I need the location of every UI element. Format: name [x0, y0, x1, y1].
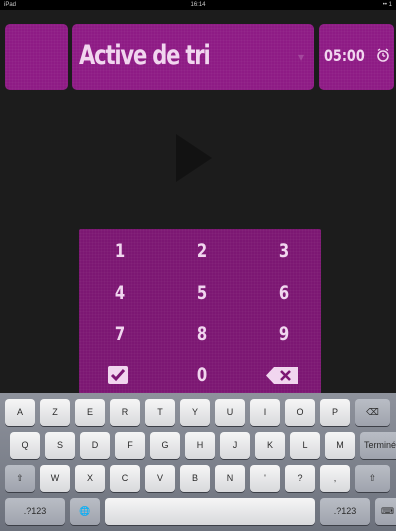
keyboard-key[interactable]: P — [320, 399, 350, 426]
menu-button[interactable] — [5, 24, 68, 90]
confirm-button[interactable] — [108, 366, 128, 384]
key-8[interactable]: 8 — [179, 318, 226, 350]
status-bar: iPad 16:14 •• 1 — [0, 0, 396, 10]
keyboard-key[interactable]: Q — [10, 432, 40, 459]
keyboard-key[interactable]: Terminé — [360, 432, 396, 459]
page-title: Active de tri — [79, 40, 211, 71]
keyboard-key[interactable]: R — [110, 399, 140, 426]
keyboard-key[interactable]: F — [115, 432, 145, 459]
delete-button[interactable] — [266, 367, 298, 384]
keyboard-key[interactable]: B — [180, 465, 210, 492]
keyboard-key[interactable]: D — [80, 432, 110, 459]
keyboard-key[interactable]: S — [45, 432, 75, 459]
keyboard-key[interactable]: K — [255, 432, 285, 459]
keyboard-key[interactable]: ⇧ — [5, 465, 35, 492]
keyboard-key[interactable]: M — [325, 432, 355, 459]
keyboard-key[interactable]: H — [185, 432, 215, 459]
keyboard-key[interactable]: ⌫ — [355, 399, 390, 426]
backspace-icon — [266, 367, 298, 384]
keyboard-key[interactable]: .?123 — [5, 498, 65, 525]
keyboard-key[interactable]: N — [215, 465, 245, 492]
keyboard-key[interactable]: Z — [40, 399, 70, 426]
keyboard-key[interactable]: G — [150, 432, 180, 459]
keyboard-key[interactable]: E — [75, 399, 105, 426]
keyboard-key[interactable]: ? — [285, 465, 315, 492]
keyboard-key[interactable]: 🌐 — [70, 498, 100, 525]
keyboard-key[interactable]: , — [320, 465, 350, 492]
space-key[interactable] — [105, 498, 315, 525]
keyboard-key[interactable]: T — [145, 399, 175, 426]
keyboard-key[interactable]: ⌨ — [375, 498, 396, 525]
keyboard-key[interactable]: ' — [250, 465, 280, 492]
keyboard-key[interactable]: U — [215, 399, 245, 426]
status-time: 16:14 — [190, 2, 206, 8]
timer-button[interactable]: 05:00 — [319, 24, 394, 90]
keyboard-key[interactable]: O — [285, 399, 315, 426]
key-2[interactable]: 2 — [179, 235, 226, 267]
keyboard-key[interactable]: X — [75, 465, 105, 492]
keyboard-key[interactable]: L — [290, 432, 320, 459]
timer-value: 05:00 — [324, 46, 365, 65]
keyboard-key[interactable]: I — [250, 399, 280, 426]
title-bar[interactable]: Active de tri ▾ — [72, 24, 314, 90]
battery-indicator: •• 1 — [382, 2, 392, 8]
key-9[interactable]: 9 — [261, 318, 308, 350]
key-5[interactable]: 5 — [179, 277, 226, 309]
play-icon[interactable] — [176, 134, 212, 182]
key-3[interactable]: 3 — [261, 235, 308, 267]
key-7[interactable]: 7 — [97, 318, 144, 350]
numeric-keypad: 1 2 3 4 5 6 7 8 9 0 — [79, 229, 321, 394]
keyboard-key[interactable]: J — [220, 432, 250, 459]
keyboard-key[interactable]: W — [40, 465, 70, 492]
key-1[interactable]: 1 — [97, 235, 144, 267]
keyboard-key[interactable]: A — [5, 399, 35, 426]
keyboard-key[interactable]: V — [145, 465, 175, 492]
app-area: Active de tri ▾ 05:00 1 2 3 4 5 6 7 8 9 … — [0, 10, 396, 394]
key-0[interactable]: 0 — [179, 359, 226, 391]
key-4[interactable]: 4 — [97, 277, 144, 309]
onscreen-keyboard: A Z E R T Y U I O P ⌫ Q S D F G H J K L M Terminé ⇧ W X C V B N '?, ⇧.… — [0, 393, 396, 531]
check-icon — [110, 369, 126, 382]
keyboard-key[interactable]: .?123 — [320, 498, 370, 525]
keyboard-key[interactable]: ⇧ — [355, 465, 390, 492]
keyboard-key[interactable]: C — [110, 465, 140, 492]
key-6[interactable]: 6 — [261, 277, 308, 309]
chevron-down-icon: ▾ — [297, 50, 304, 64]
clock-icon — [377, 48, 389, 62]
keyboard-key[interactable]: Y — [180, 399, 210, 426]
